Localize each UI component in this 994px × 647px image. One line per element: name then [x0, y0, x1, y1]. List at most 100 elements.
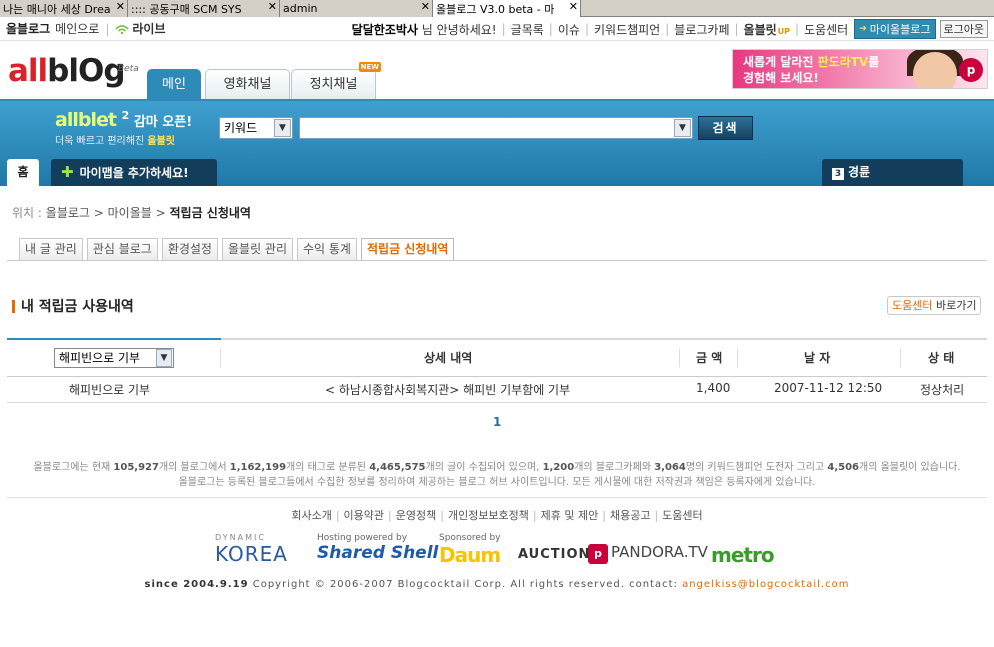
- contact-email-link[interactable]: angelkiss@blogcocktail.com: [682, 579, 849, 590]
- close-tab-icon[interactable]: ✕: [567, 0, 579, 13]
- browser-tab[interactable]: admin ✕: [280, 0, 433, 17]
- footer-link-about[interactable]: 회사소개: [291, 509, 331, 522]
- live-link[interactable]: 라이브: [115, 20, 166, 37]
- pandora-tv-logo-icon: p: [959, 58, 983, 82]
- pandora-tv-logo[interactable]: p PANDORA.TV: [588, 543, 708, 564]
- blog-cafe-link[interactable]: 블로그카페: [674, 21, 729, 38]
- greeting: 달달한조박사 님 안녕하세요!: [352, 21, 497, 38]
- site-header: allblOg Beta 메인 영화채널 정치채널 NEW 새롭게 달라진 판도…: [0, 41, 994, 99]
- allblet-promo[interactable]: allblet 2 감마 오픈! 더욱 빠르고 편리해진 올블릿: [55, 109, 192, 147]
- page-number-current[interactable]: 1: [493, 415, 501, 429]
- stats-number: 3,064: [654, 462, 686, 473]
- routes-tab[interactable]: 3 경륜: [822, 159, 963, 186]
- column-divider: [737, 349, 738, 367]
- divider: |: [665, 22, 670, 36]
- browser-tab[interactable]: 나는 매니아 세상 Drea ✕: [0, 0, 128, 17]
- footer-link-terms[interactable]: 이용약관: [344, 509, 384, 522]
- tab-home[interactable]: 홈: [7, 159, 39, 186]
- user-name[interactable]: 달달한조박사: [352, 23, 418, 37]
- tab-favorite-blogs[interactable]: 관심 블로그: [86, 238, 158, 260]
- logout-button[interactable]: 로그아웃: [939, 20, 988, 38]
- divider: |: [654, 509, 659, 522]
- dynamic-korea-logo[interactable]: DYNAMIC KOREA: [215, 533, 288, 566]
- search-input[interactable]: ▼: [299, 117, 693, 139]
- help-center-button[interactable]: 도움센터 바로가기: [887, 296, 982, 315]
- footer-link-help[interactable]: 도움센터: [662, 509, 702, 522]
- stats-number: 1,162,199: [229, 462, 287, 473]
- tab-revenue-stats[interactable]: 수익 통계: [297, 238, 357, 260]
- allblet-link[interactable]: 올블릿UP: [744, 21, 790, 38]
- close-tab-icon[interactable]: ✕: [419, 0, 431, 13]
- stats-text: 개의 블로그카페와: [574, 462, 655, 473]
- breadcrumb: 위치 : 올블로그 > 마이올블 > 적립금 신청내역: [12, 206, 251, 220]
- browser-tab-title: 나는 매니아 세상 Drea: [3, 2, 111, 16]
- allblog-logo[interactable]: allblOg Beta: [8, 51, 139, 91]
- browser-tab-active[interactable]: 올블로그 V3.0 beta - 마 ✕: [433, 0, 581, 17]
- tab-settings[interactable]: 환경설정: [161, 238, 218, 260]
- daum-logo[interactable]: Sponsored by Daum: [439, 533, 501, 567]
- ad-line2: 경험해 보세요!: [743, 71, 819, 85]
- tab-points-history[interactable]: 적립금 신청내역: [360, 238, 455, 261]
- type-filter-select[interactable]: 해피빈으로 기부 ▼: [54, 348, 174, 368]
- logo-big-text: AUCTION: [518, 547, 591, 562]
- tab-my-posts[interactable]: 내 글 관리: [19, 238, 83, 260]
- column-header-date: 날 자: [804, 351, 831, 365]
- breadcrumb-item[interactable]: 마이올블: [108, 206, 152, 220]
- add-mymap-label: 마이맵을 추가하세요!: [79, 166, 189, 180]
- footer-link-policy[interactable]: 운영정책: [396, 509, 436, 522]
- search-type-select[interactable]: 키워드 ▼: [219, 117, 293, 139]
- keyword-champion-link[interactable]: 키워드챔피언: [594, 21, 660, 38]
- auction-logo[interactable]: AUCTION: [518, 547, 590, 562]
- divider: [7, 497, 987, 498]
- top-utility-bar: 올블로그 메인으로 | 라이브 달달한조박사 님 안녕하세요! | 글목록 | …: [0, 17, 994, 41]
- footer-link-partnership[interactable]: 제휴 및 제안: [541, 509, 599, 522]
- cell-amount: 1,400: [696, 381, 731, 395]
- tab-movie-channel[interactable]: 영화채널: [205, 69, 290, 99]
- cell-detail[interactable]: < 하남시종합사회복지관> 해피빈 기부함에 기부: [325, 381, 570, 398]
- divider: |: [548, 22, 553, 36]
- divider: |: [335, 509, 340, 522]
- tab-allblet-manage[interactable]: 올블릿 관리: [221, 238, 293, 260]
- footer-link-privacy[interactable]: 개인정보보호정책: [448, 509, 529, 522]
- my-allblog-button[interactable]: ➔ 마이올블로그: [854, 19, 936, 39]
- close-tab-icon[interactable]: ✕: [114, 0, 126, 13]
- footer-link-careers[interactable]: 채용공고: [610, 509, 650, 522]
- post-list-link[interactable]: 글목록: [511, 21, 544, 38]
- column-divider: [679, 349, 680, 367]
- tab-politics-channel[interactable]: 정치채널 NEW: [291, 62, 381, 99]
- plus-icon: ✚: [61, 163, 74, 181]
- search-button[interactable]: 검색: [698, 116, 753, 140]
- type-filter-value: 해피빈으로 기부: [59, 351, 141, 365]
- tab-main[interactable]: 메인: [147, 69, 201, 99]
- ad-line1-end: 를: [868, 55, 880, 69]
- pandora-tv-ad-banner[interactable]: 새롭게 달라진 판도라TV를 경험해 보세요! p: [732, 49, 988, 89]
- title-marker: [12, 299, 15, 313]
- divider: |: [602, 509, 606, 522]
- add-mymap-button[interactable]: ✚ 마이맵을 추가하세요!: [51, 159, 217, 186]
- site-name-link[interactable]: 올블로그: [6, 20, 50, 37]
- column-header-status: 상 태: [928, 351, 955, 365]
- table-header: 해피빈으로 기부 ▼ 상세 내역 금 액 날 자 상 태: [7, 338, 987, 377]
- routes-number: 3: [832, 168, 844, 180]
- sponsor-logos: DYNAMIC KOREA Hosting powered by Shared …: [215, 533, 785, 573]
- pandora-tv-logo-icon: p: [588, 544, 608, 564]
- help-center-link[interactable]: 도움센터: [804, 21, 848, 38]
- browser-tab[interactable]: :::: 공동구매 SCM SYS ✕: [128, 0, 280, 17]
- breadcrumb-item[interactable]: 올블로그: [46, 206, 90, 220]
- metro-logo[interactable]: metro: [711, 543, 775, 567]
- browser-tab-strip: 나는 매니아 세상 Drea ✕ :::: 공동구매 SCM SYS ✕ adm…: [0, 0, 994, 17]
- header-accent: [7, 338, 221, 340]
- disclaimer: 올블로그는 등록된 블로그들에서 수집한 정보를 정리하여 제공하는 블로그 허…: [178, 477, 816, 488]
- main-link[interactable]: 메인으로: [55, 20, 99, 37]
- shared-shell-logo[interactable]: Hosting powered by Shared Shell: [317, 533, 438, 563]
- promo-sup: 2: [121, 109, 130, 122]
- shortcut-label: 바로가기: [935, 299, 977, 312]
- close-tab-icon[interactable]: ✕: [266, 0, 278, 13]
- column-divider: [900, 349, 901, 367]
- cell-date: 2007-11-12 12:50: [774, 381, 883, 395]
- logo-big-text: KOREA: [215, 542, 288, 566]
- stats-line: 올블로그에는 현재 105,927개의 블로그에서 1,162,199개의 태그…: [0, 460, 994, 475]
- divider: |: [584, 22, 589, 36]
- greeting-suffix: 님 안녕하세요!: [421, 22, 497, 37]
- issue-link[interactable]: 이슈: [558, 21, 580, 38]
